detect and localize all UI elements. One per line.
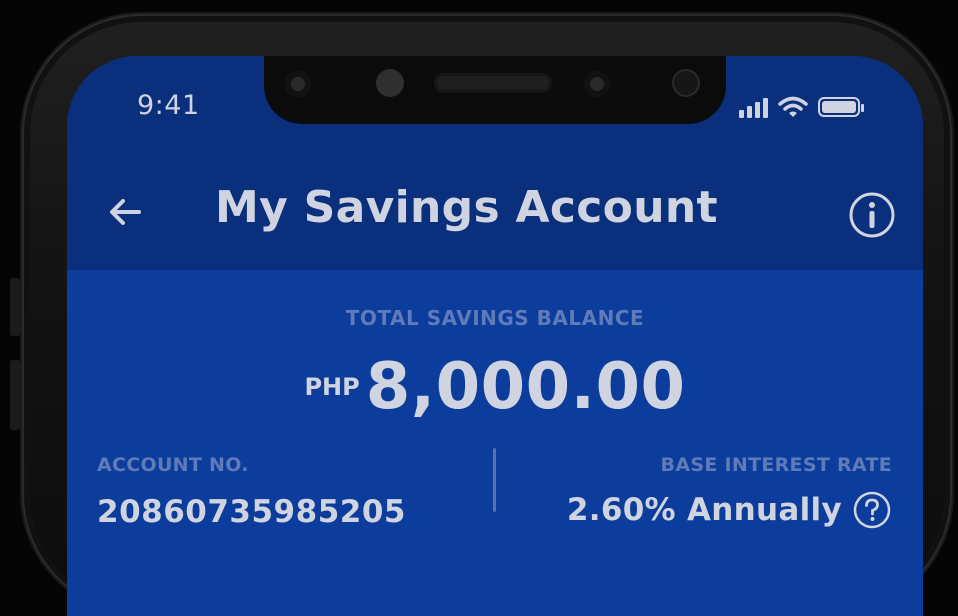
camera-icon [584,71,610,97]
balance-amount: 8,000.00 [365,350,686,424]
info-icon[interactable] [847,190,897,240]
battery-icon [818,97,864,117]
vertical-divider [493,448,496,512]
account-number-value: 20860735985205 [97,494,406,530]
status-icons [739,94,864,120]
interest-rate-value: 2.60% Annually [566,492,842,528]
total-balance: PHP8,000.00 [67,350,923,424]
account-number-label: ACCOUNT NO. [97,454,249,476]
sensor-icon [672,69,700,97]
currency-label: PHP [304,373,360,401]
phone-notch [264,56,726,124]
interest-rate-label: BASE INTEREST RATE [660,454,892,476]
total-balance-label: TOTAL SAVINGS BALANCE [345,306,645,330]
speaker-grille [434,73,552,93]
wifi-icon [778,96,808,117]
camera-icon [285,71,311,97]
phone-side-button [10,278,20,336]
question-circle-icon[interactable] [852,490,892,530]
back-arrow-icon[interactable] [105,192,145,232]
page-title: My Savings Account [215,182,718,233]
interest-rate-row: 2.60% Annually [567,490,892,530]
sensor-icon [376,69,404,97]
phone-side-button [10,360,20,430]
signal-icon [739,96,768,118]
app-screen: 9:41 My Savings Account TOTAL SAVINGS BA… [67,56,923,616]
status-time: 9:41 [137,90,200,121]
